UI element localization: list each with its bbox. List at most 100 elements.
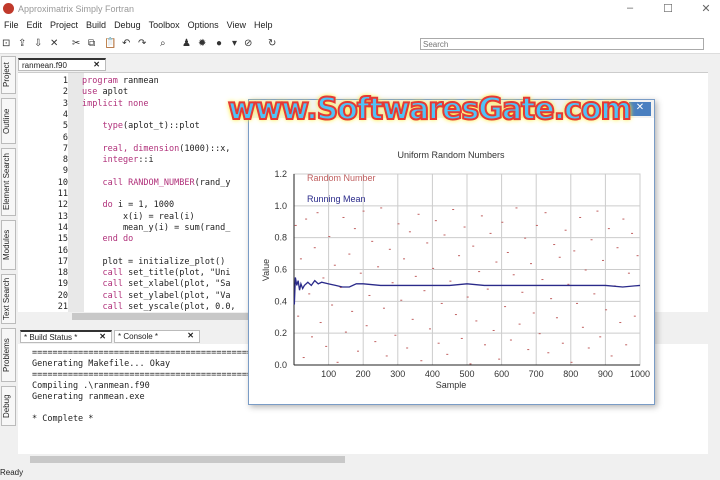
random-number-point (428, 328, 431, 330)
menu-edit[interactable]: Edit (23, 18, 47, 34)
random-number-point (463, 226, 466, 228)
tab-ranmean-f90[interactable]: ranmean.f90 ✕ (18, 58, 106, 71)
undo-icon[interactable]: ↶ (122, 38, 130, 49)
app-logo-icon (3, 3, 14, 14)
code-line: do i = 1, 1000 (102, 200, 175, 211)
random-number-point (512, 274, 515, 276)
keyword: do (102, 200, 113, 211)
menu-view[interactable]: View (223, 18, 250, 34)
random-number-point (631, 232, 634, 234)
random-number-point (472, 245, 475, 247)
minimize-icon[interactable]: – (620, 2, 640, 16)
status-bar-text: Ready (0, 468, 24, 477)
menu-project[interactable]: Project (46, 18, 82, 34)
random-number-point (385, 355, 388, 357)
line-number: 18 (57, 268, 68, 279)
random-number-point (374, 341, 377, 343)
code-line: plot = initialize_plot() (82, 256, 226, 267)
side-tab-modules[interactable]: Modules (1, 220, 16, 270)
random-number-point (625, 344, 628, 346)
random-number-point (310, 336, 313, 338)
side-tab-debug[interactable]: Debug (1, 386, 16, 426)
random-number-point (509, 339, 512, 341)
random-number-point (299, 258, 302, 260)
random-number-point (541, 279, 544, 281)
random-number-point (353, 228, 356, 230)
random-number-point (368, 294, 371, 296)
side-tab-outline[interactable]: Outline (1, 98, 16, 144)
random-number-point (325, 345, 328, 347)
y-tick-label: 0.0 (274, 360, 287, 370)
redo-icon[interactable]: ↷ (138, 38, 146, 49)
tab-build-status[interactable]: * Build Status * ✕ (20, 330, 112, 343)
random-number-point (403, 258, 406, 260)
random-number-point (305, 218, 308, 220)
random-number-point (501, 221, 504, 223)
console-line: Generating Makefile... Okay (32, 359, 171, 369)
run-icon[interactable]: ● (216, 38, 222, 49)
random-number-point (558, 256, 561, 258)
line-number: 11 (57, 189, 68, 199)
editor-vertical-scrollbar[interactable] (708, 72, 720, 317)
random-number-point (504, 306, 507, 308)
random-number-point (498, 358, 501, 360)
build-icon[interactable]: ♟ (182, 38, 191, 49)
random-number-point (377, 266, 380, 268)
random-number-point (480, 215, 483, 217)
code-line: type(aplot_t)::plot (102, 121, 200, 132)
random-number-point (486, 288, 489, 290)
keyword: call RANDOM_NUMBER (102, 177, 195, 188)
paste-icon[interactable]: 📋 (104, 38, 116, 49)
menu-build[interactable]: Build (82, 18, 110, 34)
random-number-point (544, 212, 547, 214)
plot-window: ✕ Uniform Random Numbers 100 200 300 400 500 6… (248, 99, 655, 405)
menu-toolbox[interactable]: Toolbox (145, 18, 184, 34)
find-icon[interactable]: ⌕ (160, 38, 166, 49)
copy-icon[interactable]: ⧉ (88, 38, 95, 49)
new-file-icon[interactable]: ⊡ (2, 38, 10, 49)
x-tick-label: 500 (459, 369, 474, 379)
x-tick-label: 900 (598, 369, 613, 379)
line-number: 3 (62, 98, 68, 109)
random-number-point (365, 325, 368, 327)
side-tab-element-search[interactable]: Element Search (1, 148, 16, 216)
output-horizontal-scrollbar[interactable] (18, 455, 348, 464)
close-tab-icon[interactable]: ✕ (93, 60, 100, 69)
search-input[interactable] (420, 38, 704, 50)
random-number-point (495, 261, 498, 263)
side-tab-text-search[interactable]: Text Search (1, 274, 16, 324)
refresh-icon[interactable]: ↻ (268, 38, 276, 49)
save-icon[interactable]: ⇩ (34, 38, 42, 49)
y-axis-label: Value (261, 259, 271, 281)
random-number-point (633, 315, 636, 317)
scroll-thumb[interactable] (30, 456, 345, 463)
code-line: program ranmean (82, 76, 159, 86)
side-tab-project[interactable]: Project (1, 56, 16, 94)
close-icon[interactable]: ✕ (50, 38, 58, 49)
tab-console[interactable]: * Console * ✕ (114, 330, 200, 343)
menu-file[interactable]: File (0, 18, 23, 34)
menu-help[interactable]: Help (250, 18, 277, 34)
close-icon[interactable]: ✕ (696, 2, 716, 16)
dropdown-icon[interactable]: ▾ (232, 38, 237, 49)
menu-options[interactable]: Options (184, 18, 223, 34)
close-tab-icon[interactable]: ✕ (187, 331, 194, 340)
random-number-point (437, 342, 440, 344)
keyword: call (102, 268, 123, 279)
code-line: call set_title(plot, "Uni (102, 268, 231, 279)
close-plot-icon[interactable]: ✕ (629, 102, 651, 116)
random-number-point (561, 342, 564, 344)
stop-icon[interactable]: ⊘ (244, 38, 252, 49)
line-numbers: 1 2 3 4 5 6 7 8 9 10 11 12 13 14 15 16 17 18 19 20 21 (18, 73, 68, 313)
cut-icon[interactable]: ✂ (72, 38, 80, 49)
open-icon[interactable]: ⇪ (18, 38, 26, 49)
menu-debug[interactable]: Debug (110, 18, 145, 34)
close-tab-icon[interactable]: ✕ (99, 332, 106, 341)
side-tab-problems[interactable]: Problems (1, 328, 16, 382)
random-number-point (408, 231, 411, 233)
gear-icon[interactable]: ✹ (198, 38, 206, 49)
random-number-point (469, 363, 472, 365)
maximize-icon[interactable]: ☐ (658, 2, 678, 16)
random-number-point (506, 251, 509, 253)
random-number-point (532, 312, 535, 314)
